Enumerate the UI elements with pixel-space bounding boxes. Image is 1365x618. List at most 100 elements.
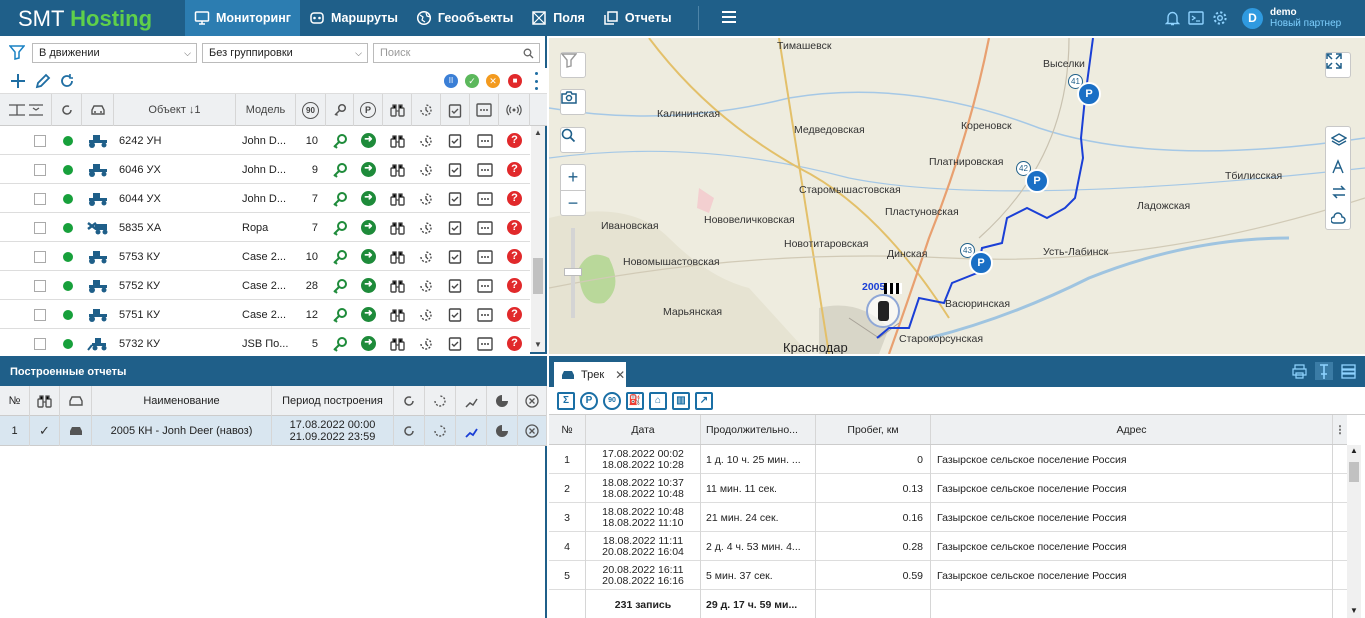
row-checkbox[interactable] (34, 163, 46, 176)
row-checkbox[interactable] (34, 250, 46, 263)
track-row[interactable]: 1 17.08.2022 00:02 18.08.2022 10:28 1 д. 10… (549, 445, 1347, 474)
weather-icon[interactable] (1331, 210, 1347, 226)
parking-icon[interactable]: P (580, 392, 598, 410)
table-row[interactable]: 5835 ХА Ropa 7 ➜? (0, 213, 530, 242)
clipboard-check-icon[interactable] (448, 155, 462, 184)
speed-column-header[interactable]: 90 (296, 94, 326, 126)
map-view[interactable]: Тимашевск Выселки Калининская Медведовская К… (549, 38, 1365, 354)
user-info[interactable]: demo Новый партнер (1270, 7, 1341, 29)
dots-box-icon[interactable] (477, 329, 493, 358)
history-icon[interactable] (419, 271, 433, 300)
ruler-icon[interactable] (1331, 158, 1347, 174)
nav-reports[interactable]: Отчеты (594, 0, 681, 36)
dots-box-icon[interactable] (477, 155, 493, 184)
fullscreen-button[interactable] (1325, 52, 1351, 78)
add-icon[interactable] (10, 73, 26, 89)
delete-column-header[interactable] (518, 386, 547, 416)
question-icon[interactable]: ? (507, 133, 522, 148)
show-on-map-button[interactable] (456, 416, 487, 446)
route-swap-icon[interactable] (1331, 184, 1347, 200)
dots-box-icon[interactable] (477, 271, 493, 300)
layout-icon[interactable] (1341, 364, 1356, 379)
binoculars-icon[interactable] (390, 184, 405, 213)
zoom-out-button[interactable]: − (560, 190, 586, 216)
num-column-header[interactable]: № (0, 386, 30, 416)
search-input[interactable]: Поиск (373, 43, 540, 63)
history-icon[interactable] (419, 329, 433, 358)
arrow-right-icon[interactable]: ➜ (361, 278, 376, 293)
clipboard-check-icon[interactable] (448, 242, 462, 271)
arrow-right-icon[interactable]: ➜ (361, 336, 376, 351)
rebuild-column-header[interactable] (394, 386, 425, 416)
rebuild-report-button[interactable] (394, 416, 425, 446)
report-history-button[interactable] (425, 416, 456, 446)
key-icon[interactable] (332, 126, 348, 155)
clipboard-check-icon[interactable] (448, 300, 462, 329)
key-icon[interactable] (332, 184, 348, 213)
status-filter-select[interactable]: В движении ⌵ (32, 43, 197, 63)
binoculars-icon[interactable] (390, 300, 405, 329)
dots-box-icon[interactable] (477, 184, 493, 213)
table-row[interactable]: 5753 КУ Case 2... 10 ➜? (0, 242, 530, 271)
tools-status-icon[interactable]: ✕ (486, 74, 500, 88)
clipboard-check-icon[interactable] (448, 126, 462, 155)
date-column-header[interactable]: Дата (586, 415, 701, 444)
question-icon[interactable]: ? (507, 336, 522, 351)
zoom-in-button[interactable]: + (560, 164, 586, 190)
ignition-column-header[interactable] (326, 94, 354, 126)
tab-track[interactable]: Трек ✕ (554, 362, 626, 387)
arrow-right-icon[interactable]: ➜ (361, 307, 376, 322)
report-row[interactable]: 1 ✓ 2005 КН - Jonh Deer (навоз) 17.08.20… (0, 416, 547, 446)
question-icon[interactable]: ? (507, 162, 522, 177)
num-column-header[interactable]: № (549, 415, 586, 444)
vehicle-type-column[interactable] (82, 94, 114, 126)
delete-report-button[interactable] (518, 416, 547, 446)
arrow-right-icon[interactable]: ➜ (361, 133, 376, 148)
table-row[interactable]: 5752 КУ Case 2... 28 ➜? (0, 271, 530, 300)
history-icon[interactable] (419, 242, 433, 271)
track-row[interactable]: 3 18.08.2022 10:48 18.08.2022 11:10 21 мин.… (549, 503, 1347, 532)
row-checkbox[interactable] (34, 279, 46, 292)
row-checkbox[interactable] (34, 134, 46, 147)
nav-geoobjects[interactable]: Геообъекты (407, 0, 522, 36)
arrow-right-icon[interactable]: ➜ (361, 220, 376, 235)
map-show-column-header[interactable] (456, 386, 487, 416)
filter-icon[interactable] (9, 45, 25, 60)
table-row[interactable]: 5751 КУ Case 2... 12 ➜? (0, 300, 530, 329)
parking-marker[interactable]: 41 P (1068, 74, 1102, 114)
arrow-right-icon[interactable]: ➜ (361, 162, 376, 177)
dots-box-icon[interactable] (477, 242, 493, 271)
history-icon[interactable] (419, 213, 433, 242)
more-vertical-icon[interactable]: ⋮ (1333, 415, 1347, 444)
map-filter-button[interactable] (560, 52, 586, 78)
binoculars-icon[interactable] (390, 242, 405, 271)
columns-icon[interactable]: ▥ (672, 392, 690, 410)
close-tab-icon[interactable]: ✕ (615, 368, 625, 382)
connection-column-header[interactable] (499, 94, 530, 126)
avatar[interactable]: D (1242, 8, 1263, 29)
key-icon[interactable] (332, 329, 348, 358)
speed-icon[interactable]: 90 (603, 392, 621, 410)
nav-routes[interactable]: Маршруты (300, 0, 407, 36)
parking-column-header[interactable]: P (354, 94, 383, 126)
pin-icon[interactable] (1315, 362, 1333, 380)
fuel-icon[interactable]: ⛽ (626, 392, 644, 410)
dots-box-icon[interactable] (477, 300, 493, 329)
arrow-right-icon[interactable]: ➜ (361, 191, 376, 206)
screenshot-button[interactable] (560, 89, 586, 115)
vehicle-column-header[interactable] (60, 386, 92, 416)
key-icon[interactable] (332, 155, 348, 184)
track-row[interactable]: 5 20.08.2022 16:11 20.08.2022 16:16 5 мин. … (549, 561, 1347, 590)
arrow-right-icon[interactable]: ➜ (361, 249, 376, 264)
question-icon[interactable]: ? (507, 220, 522, 235)
row-checkbox[interactable] (34, 337, 46, 350)
objects-scrollbar[interactable]: ▲ ▼ (531, 126, 545, 352)
report-chart-button[interactable] (487, 416, 518, 446)
clipboard-check-icon[interactable] (448, 329, 462, 358)
key-icon[interactable] (332, 271, 348, 300)
question-icon[interactable]: ? (507, 307, 522, 322)
nav-monitoring[interactable]: Мониторинг (185, 0, 300, 36)
mileage-column-header[interactable]: Пробег, км (816, 415, 931, 444)
clipboard-check-icon[interactable] (448, 184, 462, 213)
gear-icon[interactable] (1212, 10, 1228, 26)
